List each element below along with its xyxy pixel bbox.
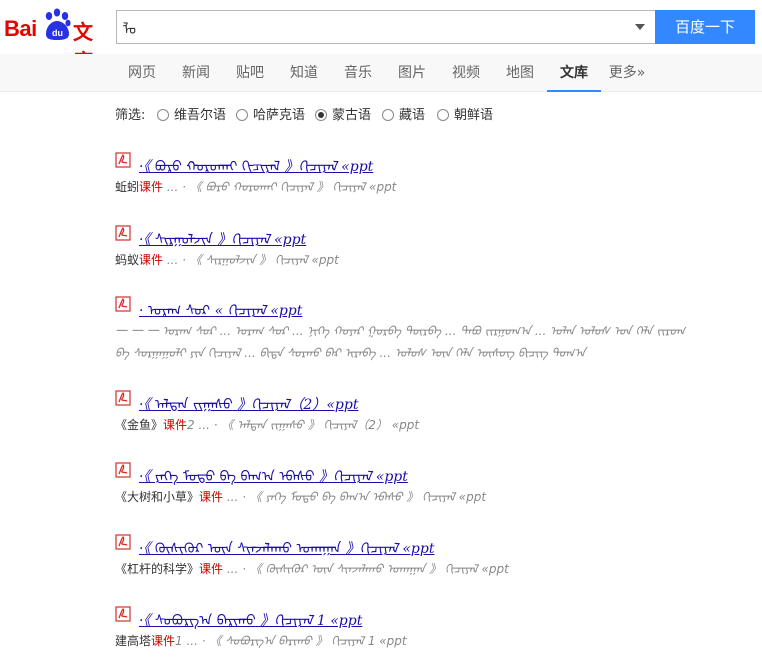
nav-bar: 网页 新闻 贴吧 知道 音乐 图片 视频 地图 文库 更多»: [0, 54, 762, 92]
filter-option-label: 哈萨克语: [253, 108, 306, 123]
nav-item-images[interactable]: 图片: [390, 54, 434, 92]
baidu-wenku-logo[interactable]: Bai du 文库: [4, 8, 108, 73]
search-button[interactable]: 百度一下: [655, 10, 755, 44]
pdf-icon: [115, 225, 131, 241]
filter-option-label: 朝鲜语: [454, 108, 494, 123]
result-item: · ᠤᠷᠠᠭ ᠰᠤᠷ « ᠬᠢᠴᠢᠶᠡᠯ «ppt 一 一 一 ᠤᠷᠠᠭ ᠰᠤᠷ…: [115, 296, 755, 366]
result-item: ·《 ᠰᠤᠪᠤᠷᠭ᠎ᠠ ᠪᠠᠷᠢᠬᠤ 》ᠬᠢᠴᠢᠶᠡᠯ 1 «ppt 建高塔课件…: [115, 606, 755, 656]
nav-item-news[interactable]: 新闻: [174, 54, 218, 92]
search-input[interactable]: [123, 17, 623, 37]
result-title-link[interactable]: ·《 ᠠᠯᠲᠠᠨ ᠵᠢᠭᠠᠰᠤ 》ᠬᠢᠴᠢᠶᠡᠯ（2）«ppt: [139, 390, 358, 414]
nav-item-more[interactable]: 更多»: [604, 54, 650, 92]
pdf-icon: [115, 606, 131, 622]
header: Bai du 文库 百度一下: [0, 0, 762, 73]
result-item: ·《 ᠪᠣᠷᠣ ᠬᠣᠷᠣᠬᠠᠢ ᠬᠢᠴᠢᠶᠡᠯ 》ᠬᠢᠴᠢᠶᠡᠯ «ppt 蚯蚓…: [115, 152, 755, 202]
result-title-link[interactable]: ·《 ᠶᠡᠬᠡ ᠮᠣᠳᠣ ᠪᠠ ᠪᠠᠭ᠎ᠠ ᠡᠪᠡᠰᠦ 》ᠬᠢᠴᠢᠶᠡᠯ «pp…: [139, 462, 408, 486]
nav-item-zhidao[interactable]: 知道: [282, 54, 326, 92]
nav-item-music[interactable]: 音乐: [336, 54, 380, 92]
filter-option-label: 蒙古语: [332, 108, 372, 123]
filter-option-tibetan[interactable]: 藏语: [382, 104, 425, 123]
search-box: [116, 10, 655, 44]
filter-option-label: 藏语: [399, 108, 426, 123]
nav-item-tieba[interactable]: 贴吧: [228, 54, 272, 92]
pdf-icon: [115, 152, 131, 168]
result-snippet: 一 一 一 ᠤᠷᠠᠭ ᠰᠤᠷ ... ᠤᠷᠠᠭ ᠰᠤᠷ ... ᠨᠢᠭᠡ ᠬᠣᠶ…: [115, 324, 685, 338]
result-title-link[interactable]: ·《 ᠪᠣᠷᠣ ᠬᠣᠷᠣᠬᠠᠢ ᠬᠢᠴᠢᠶᠡᠯ 》ᠬᠢᠴᠢᠶᠡᠯ «ppt: [139, 152, 373, 176]
nav-item-map[interactable]: 地图: [498, 54, 542, 92]
filter-option-label: 维吾尔语: [174, 108, 227, 123]
filter-option-korean[interactable]: 朝鲜语: [437, 104, 493, 123]
dropdown-caret-icon[interactable]: [635, 24, 645, 30]
radio-icon[interactable]: [382, 109, 394, 121]
pdf-icon: [115, 390, 131, 406]
result-snippet: 《金鱼》课件2 ... · 《 ᠠᠯᠲᠠᠨ ᠵᠢᠭᠠᠰᠤ 》 ᠬᠢᠴᠢᠶᠡᠯ（2…: [115, 418, 420, 432]
radio-icon[interactable]: [236, 109, 248, 121]
result-item: ·《 ᠶᠡᠬᠡ ᠮᠣᠳᠣ ᠪᠠ ᠪᠠᠭ᠎ᠠ ᠡᠪᠡᠰᠦ 》ᠬᠢᠴᠢᠶᠡᠯ «pp…: [115, 462, 755, 512]
pdf-icon: [115, 296, 131, 312]
logo-du-text: du: [52, 28, 63, 38]
pdf-icon: [115, 462, 131, 478]
result-snippet-line2: ᠪᠠ ᠰᠤᠷᠭᠠᠭᠤᠯᠢ ᠶᠢᠨ ᠬᠢᠴᠢᠶᠡᠯ ... ᠪᠢᠳᠡ ᠰᠤᠷᠬᠤ …: [115, 346, 586, 360]
result-title-link[interactable]: ·《 ᠰᠤᠪᠤᠷᠭ᠎ᠠ ᠪᠠᠷᠢᠬᠤ 》ᠬᠢᠴᠢᠶᠡᠯ 1 «ppt: [139, 606, 362, 630]
radio-checked-icon[interactable]: [315, 109, 327, 121]
result-item: ·《 ᠰᠢᠷᠭᠣᠯᠵᠢᠨ 》ᠬᠢᠴᠢᠶᠡᠯ «ppt 蚂蚁课件 ... · 《 …: [115, 225, 755, 275]
result-title-link[interactable]: ·《 ᠬᠥᠰᠢᠭᠦᠷ ᠦᠨ ᠰᠢᠨᠵᠠᠯᠠᠬᠤ ᠤᠬᠠᠭᠠᠨ 》ᠬᠢᠴᠢᠶᠡᠯ …: [139, 534, 434, 558]
result-item: ·《 ᠬᠥᠰᠢᠭᠦᠷ ᠦᠨ ᠰᠢᠨᠵᠠᠯᠠᠬᠤ ᠤᠬᠠᠭᠠᠨ 》ᠬᠢᠴᠢᠶᠡᠯ …: [115, 534, 755, 584]
filter-option-mongolian[interactable]: 蒙古语: [315, 104, 371, 123]
result-snippet: 建高塔课件1 ... · 《 ᠰᠤᠪᠤᠷᠭ᠎ᠠ ᠪᠠᠷᠢᠬᠤ 》 ᠬᠢᠴᠢᠶᠡᠯ…: [115, 634, 407, 648]
radio-icon[interactable]: [437, 109, 449, 121]
logo-bai-text: Bai: [4, 16, 37, 41]
nav-item-video[interactable]: 视频: [444, 54, 488, 92]
filter-option-kazakh[interactable]: 哈萨克语: [236, 104, 305, 123]
pdf-icon: [115, 534, 131, 550]
filter-option-uyghur[interactable]: 维吾尔语: [157, 104, 226, 123]
result-title-link[interactable]: ·《 ᠰᠢᠷᠭᠣᠯᠵᠢᠨ 》ᠬᠢᠴᠢᠶᠡᠯ «ppt: [139, 225, 306, 249]
paw-icon: du: [45, 8, 71, 40]
result-snippet: 蚯蚓课件 ... · 《 ᠪᠣᠷᠣ ᠬᠣᠷᠣᠬᠠᠢ ᠬᠢᠴᠢᠶᠡᠯ 》 ᠬᠢᠴᠢ…: [115, 180, 397, 194]
result-snippet: 《大树和小草》课件 ... · 《 ᠶᠡᠬᠡ ᠮᠣᠳᠣ ᠪᠠ ᠪᠠᠭ᠎ᠠ ᠡᠪᠡ…: [115, 490, 487, 504]
result-snippet: 《杠杆的科学》课件 ... · 《 ᠬᠥᠰᠢᠭᠦᠷ ᠦᠨ ᠰᠢᠨᠵᠠᠯᠠᠬᠤ ᠤ…: [115, 562, 509, 576]
radio-icon[interactable]: [157, 109, 169, 121]
result-snippet: 蚂蚁课件 ... · 《 ᠰᠢᠷᠭᠣᠯᠵᠢᠨ 》 ᠬᠢᠴᠢᠶᠡᠯ «ppt: [115, 253, 339, 267]
nav-item-web[interactable]: 网页: [120, 54, 164, 92]
result-title-link[interactable]: · ᠤᠷᠠᠭ ᠰᠤᠷ « ᠬᠢᠴᠢᠶᠡᠯ «ppt: [139, 296, 302, 320]
filter-label: 筛选:: [115, 108, 146, 123]
result-item: ·《 ᠠᠯᠲᠠᠨ ᠵᠢᠭᠠᠰᠤ 》ᠬᠢᠴᠢᠶᠡᠯ（2）«ppt 《金鱼》课件2 …: [115, 390, 755, 440]
nav-item-wenku[interactable]: 文库: [547, 54, 601, 92]
